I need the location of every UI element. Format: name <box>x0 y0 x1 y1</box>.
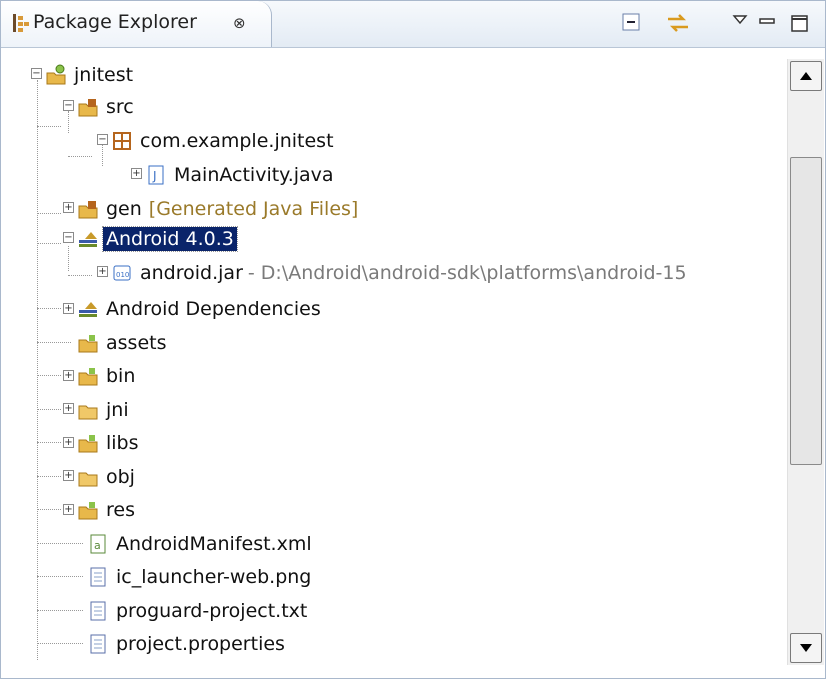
tree-item-res[interactable]: res <box>77 495 138 525</box>
tree-item-obj[interactable]: obj <box>77 462 138 492</box>
tree-item-jni[interactable]: jni <box>77 395 132 425</box>
collapse-toggle[interactable]: − <box>97 134 108 145</box>
arrow-up-icon <box>800 72 812 80</box>
collapse-toggle[interactable]: − <box>63 100 74 111</box>
jar-icon: 010 <box>113 265 131 281</box>
tree-item-label: libs <box>106 432 139 454</box>
xml-file-icon: a <box>90 534 106 554</box>
tree-item-main-activity[interactable]: J MainActivity.java <box>145 160 337 190</box>
expand-toggle[interactable]: + <box>63 370 74 381</box>
file-icon <box>90 634 106 654</box>
tree-item-label: MainActivity.java <box>174 164 334 186</box>
tree-item-package[interactable]: com.example.jnitest <box>111 126 337 156</box>
expand-toggle[interactable]: + <box>63 303 74 314</box>
tree-item-bin[interactable]: bin <box>77 361 138 391</box>
library-icon <box>79 232 97 247</box>
tree-item-project[interactable]: jnitest <box>45 60 136 90</box>
tree-item-gen[interactable]: gen [Generated Java Files] <box>77 194 358 224</box>
tree-item-label: com.example.jnitest <box>140 130 334 152</box>
tree-item-label: obj <box>106 466 135 488</box>
tree-item-label: jni <box>106 399 129 421</box>
tree-item-android-library[interactable]: Android 4.0.3 <box>77 224 238 254</box>
java-file-icon: J <box>148 165 164 185</box>
collapse-toggle[interactable]: − <box>63 232 74 243</box>
package-icon <box>113 132 131 150</box>
tree-item-proguard[interactable]: proguard-project.txt <box>87 596 310 626</box>
expand-toggle[interactable]: + <box>63 403 74 414</box>
tree-item-label: gen <box>106 198 142 220</box>
view-tab-bar: Package Explorer ⊗ <box>1 1 825 48</box>
expand-toggle[interactable]: + <box>63 470 74 481</box>
tree-item-label: project.properties <box>116 633 285 655</box>
tree-item-android-dependencies[interactable]: Android Dependencies <box>77 294 324 324</box>
file-icon <box>90 601 106 621</box>
folder-icon <box>78 335 98 353</box>
maximize-icon[interactable] <box>787 11 813 35</box>
tree-item-assets[interactable]: assets <box>77 328 169 358</box>
vertical-scrollbar[interactable] <box>787 59 824 665</box>
scroll-down-button[interactable] <box>790 633 822 663</box>
close-view-icon[interactable]: ⊗ <box>233 14 246 32</box>
tab-package-explorer[interactable]: Package Explorer ⊗ <box>1 1 272 47</box>
tree-item-label: android.jar <box>140 262 243 284</box>
jar-path-decoration: - D:\Android\android-sdk\platforms\andro… <box>247 262 687 284</box>
library-icon <box>79 302 97 317</box>
svg-text:a: a <box>94 539 101 552</box>
tree-item-label: bin <box>106 365 136 387</box>
folder-icon <box>78 502 98 520</box>
tree-item-android-jar[interactable]: 010 android.jar - D:\Android\android-sdk… <box>111 258 687 288</box>
collapse-toggle[interactable]: − <box>31 68 42 79</box>
tree-item-src[interactable]: src <box>77 92 137 122</box>
folder-icon <box>78 435 98 453</box>
tree-item-label: src <box>106 96 134 118</box>
folder-icon <box>78 472 98 487</box>
collapse-all-icon[interactable] <box>619 11 645 35</box>
generated-decoration: [Generated Java Files] <box>148 198 359 220</box>
tree-item-manifest[interactable]: a AndroidManifest.xml <box>87 529 315 559</box>
scroll-thumb[interactable] <box>790 157 822 465</box>
expand-toggle[interactable]: + <box>63 504 74 515</box>
svg-text:010: 010 <box>116 271 129 279</box>
tree-item-label: ic_launcher-web.png <box>116 566 312 588</box>
tree-item-label: Android 4.0.3 <box>102 226 238 252</box>
tree-item-libs[interactable]: libs <box>77 428 142 458</box>
expand-toggle[interactable]: + <box>131 168 142 179</box>
view-menu-icon[interactable] <box>727 11 753 35</box>
package-explorer-icon <box>13 14 29 32</box>
tree-item-label: res <box>106 499 135 521</box>
tree-item-label: AndroidManifest.xml <box>116 533 312 555</box>
expand-toggle[interactable]: + <box>63 437 74 448</box>
package-explorer-view: Package Explorer ⊗ − jnitest − src − com… <box>0 0 826 679</box>
tree-item-label: proguard-project.txt <box>116 600 308 622</box>
tree-item-label: Android Dependencies <box>106 298 321 320</box>
link-with-editor-icon[interactable] <box>665 11 691 35</box>
project-tree: − jnitest − src − com.example.jnitest + … <box>1 48 787 678</box>
arrow-down-icon <box>800 644 812 652</box>
minimize-icon[interactable] <box>755 11 781 35</box>
android-project-icon <box>46 64 66 85</box>
source-folder-icon <box>78 201 98 219</box>
expand-toggle[interactable]: + <box>63 202 74 213</box>
view-title: Package Explorer <box>33 11 197 33</box>
tree-item-label: assets <box>106 332 167 354</box>
folder-icon <box>78 368 98 386</box>
tree-item-label: jnitest <box>74 64 134 86</box>
tree-item-project-properties[interactable]: project.properties <box>87 629 288 659</box>
scroll-up-button[interactable] <box>790 61 822 91</box>
svg-text:J: J <box>152 169 157 183</box>
source-folder-icon <box>78 99 98 117</box>
expand-toggle[interactable]: + <box>97 266 108 277</box>
file-icon <box>90 567 106 587</box>
folder-icon <box>78 405 98 420</box>
tree-item-launcher-png[interactable]: ic_launcher-web.png <box>87 562 314 592</box>
